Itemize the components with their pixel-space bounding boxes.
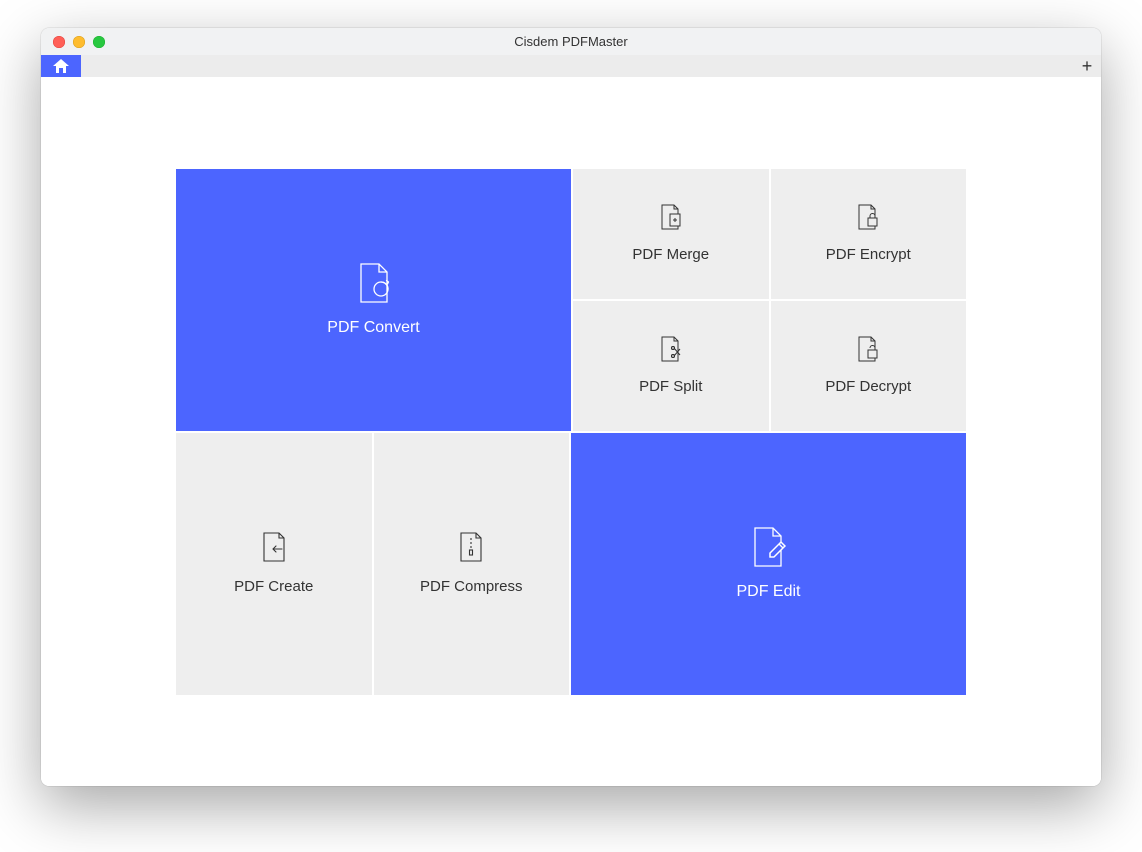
pdf-compress-tile[interactable]: PDF Compress (373, 432, 571, 696)
pdf-encrypt-tile[interactable]: PDF Encrypt (770, 168, 968, 300)
fullscreen-window-button[interactable] (93, 36, 105, 48)
pdf-create-tile[interactable]: PDF Create (175, 432, 373, 696)
pdf-encrypt-icon (857, 204, 879, 230)
pdf-merge-tile[interactable]: PDF Merge (572, 168, 770, 300)
pdf-decrypt-label: PDF Decrypt (825, 378, 911, 395)
tabbar: + (41, 55, 1101, 77)
pdf-encrypt-label: PDF Encrypt (826, 246, 911, 263)
pdf-compress-label: PDF Compress (420, 578, 523, 595)
window-controls (41, 36, 105, 48)
new-tab-button[interactable]: + (1073, 55, 1101, 77)
pdf-split-label: PDF Split (639, 378, 702, 395)
home-icon (53, 59, 69, 73)
pdf-convert-tile[interactable]: PDF Convert (175, 168, 572, 432)
pdf-merge-label: PDF Merge (632, 246, 709, 263)
app-window: Cisdem PDFMaster + (41, 28, 1101, 786)
content-area: PDF Convert (41, 77, 1101, 786)
pdf-decrypt-icon (857, 336, 879, 362)
minimize-window-button[interactable] (73, 36, 85, 48)
pdf-merge-icon (660, 204, 682, 230)
pdf-edit-tile[interactable]: PDF Edit (570, 432, 967, 696)
titlebar: Cisdem PDFMaster (41, 28, 1101, 55)
pdf-edit-label: PDF Edit (736, 583, 800, 601)
home-tab[interactable] (41, 55, 81, 77)
pdf-convert-icon (357, 263, 391, 303)
tile-grid: PDF Convert (175, 168, 967, 696)
window-title: Cisdem PDFMaster (41, 28, 1101, 55)
pdf-decrypt-tile[interactable]: PDF Decrypt (770, 300, 968, 432)
pdf-create-icon (261, 532, 287, 562)
pdf-create-label: PDF Create (234, 578, 313, 595)
close-window-button[interactable] (53, 36, 65, 48)
plus-icon: + (1082, 56, 1093, 77)
pdf-split-icon (660, 336, 682, 362)
pdf-edit-icon (751, 527, 787, 567)
pdf-split-tile[interactable]: PDF Split (572, 300, 770, 432)
pdf-convert-label: PDF Convert (327, 319, 419, 337)
pdf-compress-icon (458, 532, 484, 562)
